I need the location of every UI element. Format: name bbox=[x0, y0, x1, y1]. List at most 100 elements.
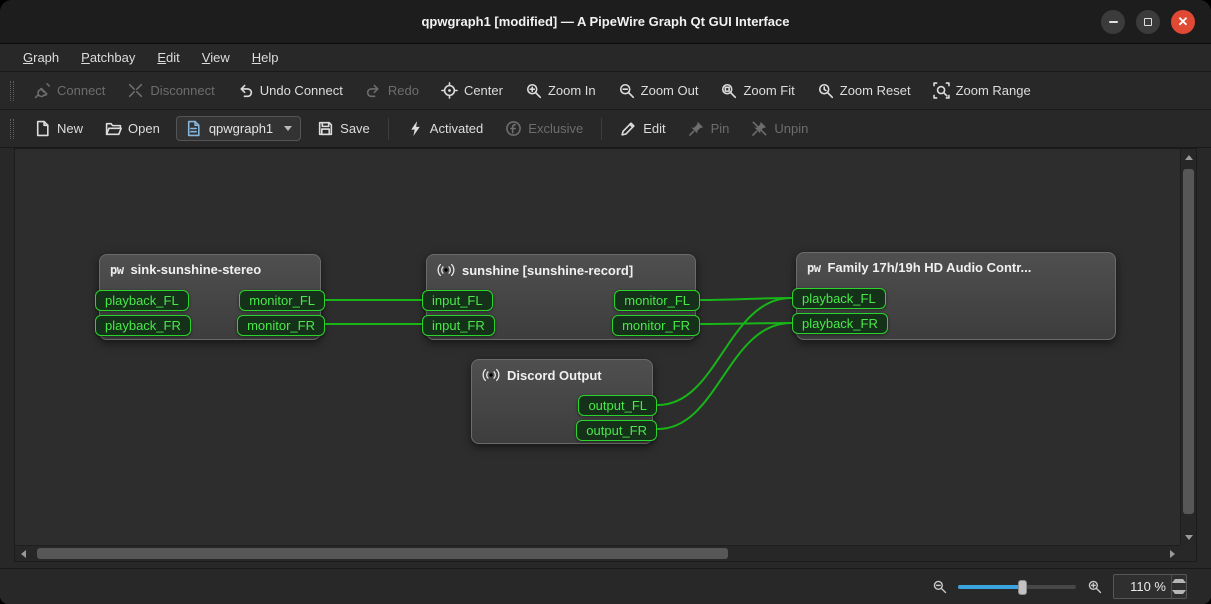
window-title: qpwgraph1 [modified] — A PipeWire Graph … bbox=[0, 14, 1211, 29]
minimize-button[interactable] bbox=[1101, 10, 1125, 34]
vertical-scrollbar[interactable] bbox=[1180, 149, 1196, 545]
vertical-scroll-thumb[interactable] bbox=[1183, 169, 1194, 515]
toolbar-separator bbox=[388, 118, 389, 140]
redo-button[interactable]: Redo bbox=[355, 77, 429, 104]
menu-edit[interactable]: Edit bbox=[146, 44, 190, 71]
zoom-spin-up-button[interactable] bbox=[1172, 575, 1186, 587]
zoom-fit-icon bbox=[720, 82, 737, 99]
spin-down-icon bbox=[1172, 590, 1186, 594]
disconnect-button[interactable]: Disconnect bbox=[117, 77, 224, 104]
menu-help[interactable]: Help bbox=[241, 44, 290, 71]
zoom-in-mini-icon[interactable] bbox=[1087, 579, 1102, 594]
port-playback-fl[interactable]: playback_FL bbox=[95, 290, 189, 311]
arrow-left-icon bbox=[21, 550, 26, 558]
node-sunshine[interactable]: sunshine [sunshine-record] input_FL moni… bbox=[426, 254, 696, 340]
node-title: sink-sunshine-stereo bbox=[130, 262, 261, 277]
record-stream-icon bbox=[482, 367, 500, 383]
save-button[interactable]: Save bbox=[307, 115, 380, 142]
zoom-reset-icon bbox=[817, 82, 834, 99]
zoom-out-mini-icon[interactable] bbox=[932, 579, 947, 594]
graph-canvas[interactable]: pw sink-sunshine-stereo playback_FL moni… bbox=[15, 149, 1180, 545]
port-monitor-fr[interactable]: monitor_FR bbox=[612, 315, 700, 336]
zoom-fit-button[interactable]: Zoom Fit bbox=[710, 77, 804, 104]
horizontal-scroll-thumb[interactable] bbox=[37, 548, 728, 559]
close-icon: ✕ bbox=[1178, 15, 1189, 28]
scroll-right-button[interactable] bbox=[1164, 546, 1180, 561]
port-output-fr[interactable]: output_FR bbox=[576, 420, 657, 441]
center-icon bbox=[441, 82, 458, 99]
minimize-icon bbox=[1109, 21, 1118, 23]
close-button[interactable]: ✕ bbox=[1171, 10, 1195, 34]
toolbar-drag-handle[interactable] bbox=[10, 119, 14, 139]
node-title: Family 17h/19h HD Audio Contr... bbox=[827, 260, 1031, 275]
scroll-up-button[interactable] bbox=[1181, 149, 1196, 165]
menu-graph[interactable]: Graph bbox=[12, 44, 70, 71]
port-monitor-fl[interactable]: monitor_FL bbox=[614, 290, 700, 311]
port-input-fr[interactable]: input_FR bbox=[422, 315, 495, 336]
pipewire-icon: pw bbox=[807, 261, 820, 275]
edit-pencil-icon bbox=[620, 120, 637, 137]
port-playback-fr[interactable]: playback_FR bbox=[792, 313, 888, 334]
scrollbar-corner bbox=[1180, 545, 1196, 561]
horizontal-scrollbar[interactable] bbox=[15, 545, 1180, 561]
arrow-up-icon bbox=[1185, 155, 1193, 160]
undo-connect-button[interactable]: Undo Connect bbox=[227, 77, 353, 104]
port-monitor-fr[interactable]: monitor_FR bbox=[237, 315, 325, 336]
toolbar-file: New Open qpwgraph1 Save Act bbox=[0, 110, 1211, 148]
node-sink-sunshine-stereo[interactable]: pw sink-sunshine-stereo playback_FL moni… bbox=[99, 254, 321, 340]
spin-up-icon bbox=[1172, 579, 1186, 583]
session-selector[interactable]: qpwgraph1 bbox=[176, 116, 301, 141]
app-window: qpwgraph1 [modified] — A PipeWire Graph … bbox=[0, 0, 1211, 604]
zoom-range-button[interactable]: Zoom Range bbox=[923, 77, 1041, 104]
zoom-out-icon bbox=[618, 82, 635, 99]
graph-canvas-frame: pw sink-sunshine-stereo playback_FL moni… bbox=[14, 148, 1197, 562]
exclusive-toggle[interactable]: Exclusive bbox=[495, 115, 593, 142]
new-button[interactable]: New bbox=[24, 115, 93, 142]
port-output-fl[interactable]: output_FL bbox=[578, 395, 657, 416]
scroll-left-button[interactable] bbox=[15, 546, 31, 561]
unpin-icon bbox=[751, 120, 768, 137]
open-button[interactable]: Open bbox=[95, 115, 170, 142]
toolbar-drag-handle[interactable] bbox=[10, 81, 14, 101]
unpin-button[interactable]: Unpin bbox=[741, 115, 818, 142]
pin-button[interactable]: Pin bbox=[678, 115, 740, 142]
port-playback-fl[interactable]: playback_FL bbox=[792, 288, 886, 309]
activated-bolt-icon bbox=[407, 120, 424, 137]
edit-button[interactable]: Edit bbox=[610, 115, 675, 142]
node-discord-output[interactable]: Discord Output output_FL output_FR bbox=[471, 359, 653, 444]
menu-view[interactable]: View bbox=[191, 44, 241, 71]
zoom-slider[interactable] bbox=[958, 579, 1076, 595]
toolbar-main: Connect Disconnect Undo Connect Redo bbox=[0, 72, 1211, 110]
zoom-spin-down-button[interactable] bbox=[1172, 587, 1186, 599]
node-title: sunshine [sunshine-record] bbox=[462, 263, 633, 278]
connect-button[interactable]: Connect bbox=[24, 77, 115, 104]
node-family-hd-audio[interactable]: pw Family 17h/19h HD Audio Contr... play… bbox=[796, 252, 1116, 340]
port-playback-fr[interactable]: playback_FR bbox=[95, 315, 191, 336]
menu-patchbay[interactable]: Patchbay bbox=[70, 44, 146, 71]
window-controls: ✕ bbox=[1101, 10, 1211, 34]
connection-wires bbox=[15, 149, 1180, 545]
record-stream-icon bbox=[437, 262, 455, 278]
scroll-down-button[interactable] bbox=[1181, 529, 1196, 545]
wire-sunshine-fr-to-family-fr bbox=[701, 323, 791, 324]
port-monitor-fl[interactable]: monitor_FL bbox=[239, 290, 325, 311]
activated-toggle[interactable]: Activated bbox=[397, 115, 493, 142]
zoom-spinbox[interactable]: 110 % bbox=[1113, 574, 1187, 599]
zoom-reset-button[interactable]: Zoom Reset bbox=[807, 77, 921, 104]
maximize-button[interactable] bbox=[1136, 10, 1160, 34]
session-file-icon bbox=[185, 120, 202, 137]
arrow-down-icon bbox=[1185, 535, 1193, 540]
zoom-in-button[interactable]: Zoom In bbox=[515, 77, 606, 104]
zoom-range-icon bbox=[933, 82, 950, 99]
port-input-fl[interactable]: input_FL bbox=[422, 290, 493, 311]
menubar: Graph Patchbay Edit View Help bbox=[0, 44, 1211, 72]
new-document-icon bbox=[34, 120, 51, 137]
center-button[interactable]: Center bbox=[431, 77, 513, 104]
disconnect-icon bbox=[127, 82, 144, 99]
zoom-value[interactable]: 110 % bbox=[1114, 575, 1171, 598]
zoom-slider-fill bbox=[958, 585, 1022, 589]
zoom-out-button[interactable]: Zoom Out bbox=[608, 77, 709, 104]
arrow-right-icon bbox=[1170, 550, 1175, 558]
titlebar[interactable]: qpwgraph1 [modified] — A PipeWire Graph … bbox=[0, 0, 1211, 44]
zoom-slider-handle[interactable] bbox=[1018, 580, 1027, 595]
